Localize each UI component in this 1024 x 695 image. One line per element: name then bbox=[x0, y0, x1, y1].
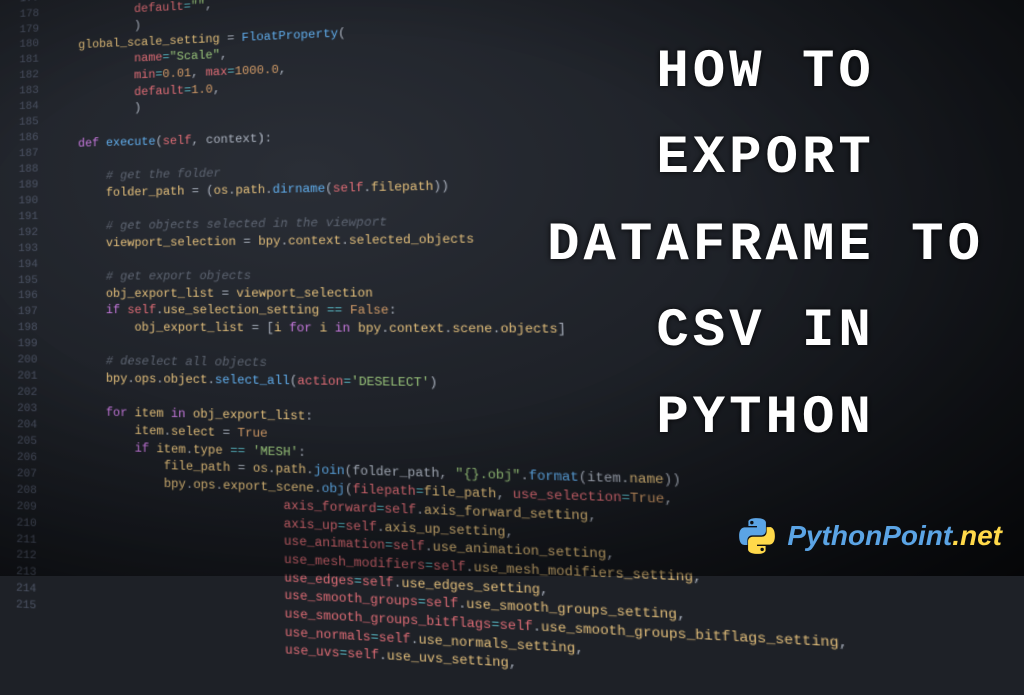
logo-text-suffix: .net bbox=[952, 520, 1002, 551]
logo-text-prefix: PythonPoint bbox=[787, 520, 952, 551]
title-line-5: PYTHON bbox=[547, 376, 984, 462]
title-line-3: DATAFRAME TO bbox=[547, 203, 984, 289]
title-line-1: HOW TO bbox=[547, 30, 984, 116]
site-logo: PythonPoint.net bbox=[735, 514, 1002, 558]
title-overlay: HOW TO EXPORT DATAFRAME TO CSV IN PYTHON bbox=[547, 30, 984, 462]
title-line-4: CSV IN bbox=[547, 289, 984, 375]
python-logo-icon bbox=[735, 514, 779, 558]
line-number-gutter: 177 178 179 180 181 182 183 184 185 186 … bbox=[12, 0, 51, 617]
site-logo-text: PythonPoint.net bbox=[787, 520, 1002, 552]
title-line-2: EXPORT bbox=[547, 116, 984, 202]
